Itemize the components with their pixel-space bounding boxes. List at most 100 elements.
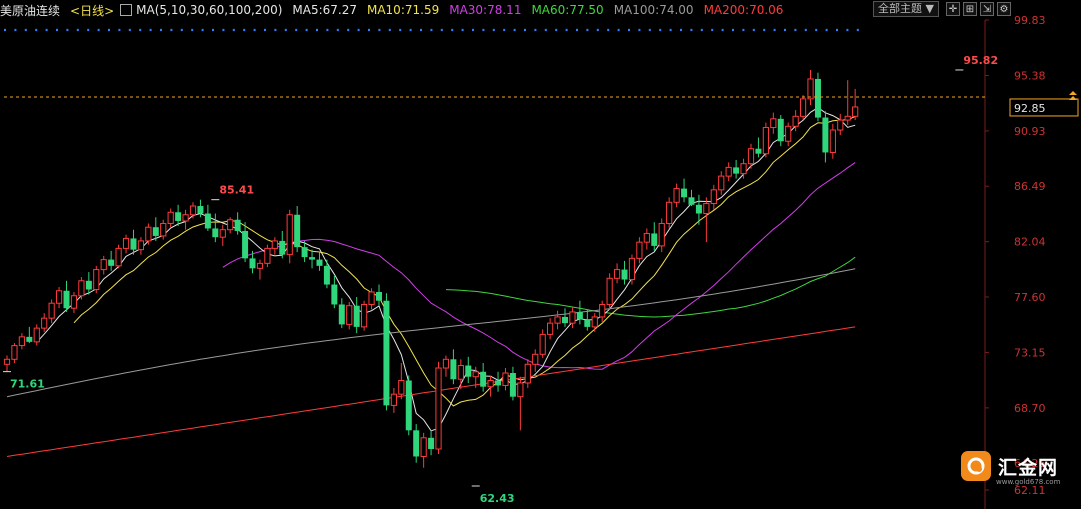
candle-body [63, 290, 70, 309]
y-tick-label: 86.49 [1014, 180, 1046, 193]
y-tick-label: 95.38 [1014, 69, 1046, 82]
candle-body [85, 280, 92, 290]
candle-body [175, 212, 182, 221]
candle-body [532, 353, 539, 365]
candle-body [167, 211, 174, 224]
candle-body [524, 363, 531, 384]
current-price-label: 92.85 [1014, 102, 1046, 115]
settings-icon[interactable]: ⚙ [996, 2, 1011, 16]
chart-controls: 全部主题 ▼ ✛ ⊞ ⇲ ⚙ [873, 1, 1011, 17]
candle-body [435, 367, 442, 450]
candle-body [621, 269, 628, 280]
candle-body [733, 167, 740, 174]
candle-body [770, 118, 777, 129]
ma-settings-icon[interactable] [120, 4, 133, 16]
candle-body [807, 78, 814, 100]
extreme-label: 95.82 [963, 54, 998, 67]
ma10-value: MA10:71.59 [366, 3, 440, 17]
candle-body [338, 304, 345, 325]
candle-body [584, 319, 591, 327]
candle-body [390, 393, 397, 406]
candle-body [301, 247, 308, 258]
candle-body [814, 78, 821, 118]
candle-body [331, 284, 338, 305]
extreme-label: 71.61 [10, 378, 45, 391]
candle-body [792, 115, 799, 127]
candle-body [599, 303, 606, 318]
candle-body [569, 311, 576, 324]
candle-body [160, 222, 167, 237]
candle-body [547, 322, 554, 335]
candle-body [509, 372, 516, 397]
candle-body [852, 106, 859, 117]
logo-text: 汇金网 [998, 456, 1059, 479]
instrument-title: 美原油连续 <日线> [0, 2, 114, 19]
candle-body [182, 214, 189, 222]
ma-label[interactable]: MA(5,10,30,60,100,200) [136, 3, 282, 17]
candle-body [294, 214, 301, 248]
extreme-label: 62.43 [480, 492, 515, 505]
candle-body [256, 262, 264, 269]
candle-body [539, 333, 546, 355]
crosshair-icon[interactable]: ✛ [945, 2, 960, 16]
candle-body [249, 258, 256, 269]
theme-dropdown-label: 全部主题 [878, 2, 922, 15]
candle-body [591, 316, 598, 328]
candle-body [651, 233, 658, 246]
candle-body [197, 206, 204, 214]
candle-body [212, 228, 219, 238]
candle-body [718, 175, 725, 191]
candle-body [26, 336, 33, 342]
ma10-line [73, 115, 856, 407]
candle-body [70, 295, 78, 309]
fullscreen-icon[interactable]: ⇲ [979, 2, 994, 16]
candle-body [487, 379, 494, 388]
candle-body [55, 290, 63, 304]
ma30-line [222, 162, 856, 370]
candle-body [152, 227, 159, 236]
candle-body [643, 232, 650, 243]
ma200-value: MA200:70.06 [703, 3, 784, 17]
y-tick-label: 73.15 [1014, 346, 1046, 359]
ma5-value: MA5:67.27 [292, 3, 357, 17]
candle-body [78, 280, 85, 297]
candle-body [710, 189, 717, 205]
candle-body [517, 382, 524, 398]
candle-body [576, 311, 583, 320]
candle-body [41, 317, 48, 329]
ma100-line [6, 268, 856, 398]
theme-dropdown[interactable]: 全部主题 ▼ [873, 1, 939, 17]
candle-body [286, 214, 293, 256]
candle-body [204, 213, 211, 229]
candle-body [628, 257, 636, 281]
gold678-logo: 汇金网 [961, 451, 1058, 481]
candle-body [480, 371, 487, 387]
ma60-line [445, 256, 856, 318]
candle-body [323, 265, 330, 285]
candle-body [747, 148, 755, 165]
candle-body [145, 226, 152, 242]
candle-body [658, 222, 665, 247]
zoom-icon[interactable]: ⊞ [962, 2, 977, 16]
period-label[interactable]: <日线> [70, 4, 114, 18]
candle-body [398, 379, 405, 395]
instrument-name: 美原油连续 [0, 3, 61, 18]
candle-body [837, 119, 844, 131]
candle-body [48, 302, 55, 319]
candle-body [829, 129, 836, 153]
chevron-down-icon: ▼ [925, 2, 934, 15]
extreme-label: 85.41 [219, 184, 254, 197]
candle-body [681, 188, 688, 198]
candle-body [428, 437, 435, 450]
ma30-value: MA30:78.11 [449, 3, 522, 17]
candle-body [271, 240, 278, 249]
candle-body [353, 305, 360, 327]
candlestick-chart[interactable]: 99.83 95.38 90.93 86.49 82.04 77.60 73.15 68.70… [0, 0, 1081, 509]
candle-body [368, 291, 375, 305]
candle-body [472, 371, 479, 378]
candle-body [755, 148, 762, 154]
candle-body [636, 241, 643, 259]
candle-body [725, 166, 732, 177]
y-tick-label: 99.83 [1014, 14, 1046, 27]
candle-body [137, 240, 145, 251]
